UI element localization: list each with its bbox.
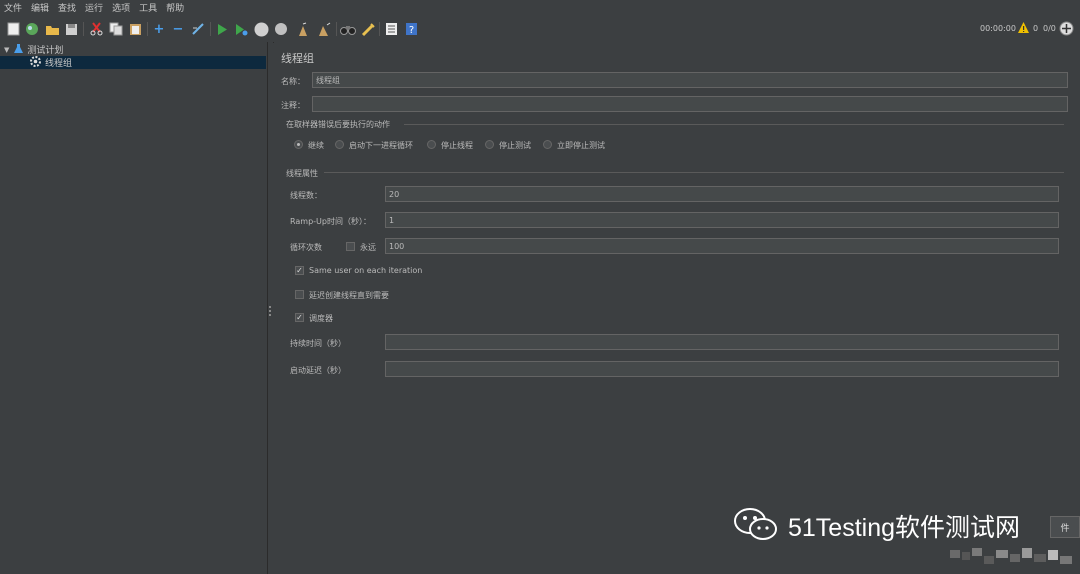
radio-stop-thread-label: 停止线程 — [441, 141, 473, 150]
loop-count-label: 循环次数 — [290, 243, 322, 252]
startup-delay-label: 启动延迟（秒） — [290, 366, 346, 375]
gear-icon — [30, 55, 41, 70]
clear-icon[interactable] — [295, 21, 311, 37]
toolbar: + − ? 00:00:00 0 0/0 — [0, 16, 1080, 43]
same-user-label: Same user on each iteration — [309, 266, 423, 275]
radio-stop-test[interactable] — [485, 140, 494, 149]
chevron-down-icon[interactable]: ▼ — [4, 46, 9, 54]
open-folder-icon[interactable] — [44, 21, 60, 37]
radio-stop-test-now[interactable] — [543, 140, 552, 149]
menu-run[interactable]: 运行 — [81, 1, 108, 14]
same-user-checkbox[interactable]: ✓ — [295, 266, 304, 275]
warning-count: 0 — [1033, 24, 1039, 33]
radio-stop-test-now-label: 立即停止测试 — [557, 141, 605, 150]
threads-field[interactable]: 20 — [385, 186, 1059, 202]
copy-icon[interactable] — [108, 21, 124, 37]
name-field[interactable]: 线程组 — [312, 72, 1068, 88]
comment-label: 注释： — [281, 101, 305, 110]
start-no-pause-icon[interactable] — [233, 21, 249, 37]
panel-title: 线程组 — [281, 52, 314, 65]
radio-stop-test-label: 停止测试 — [499, 141, 531, 150]
menu-search[interactable]: 查找 — [54, 1, 81, 14]
wechat-logo-icon — [732, 504, 780, 547]
rampup-label: Ramp-Up时间（秒）： — [290, 217, 371, 226]
scheduler-checkbox[interactable]: ✓ — [295, 313, 304, 322]
paste-icon[interactable] — [127, 21, 143, 37]
tree-node-test-plan-label: 测试计划 — [27, 46, 64, 56]
warning-icon[interactable] — [1017, 21, 1030, 37]
forever-checkbox[interactable] — [346, 242, 355, 251]
shutdown-icon[interactable] — [273, 21, 289, 37]
delay-create-checkbox[interactable] — [295, 290, 304, 299]
flask-icon — [14, 43, 24, 57]
thread-group-panel: 线程组 名称： 线程组 注释： 在取样器错误后要执行的动作 继续 启动下一进程循… — [274, 42, 1080, 574]
stop-icon[interactable] — [253, 21, 269, 37]
binoculars-icon[interactable] — [340, 21, 356, 37]
comment-field[interactable] — [312, 96, 1068, 112]
menu-file[interactable]: 文件 — [0, 1, 27, 14]
clear-all-icon[interactable] — [316, 21, 332, 37]
reset-search-icon[interactable] — [360, 21, 376, 37]
thread-count: 0/0 — [1043, 24, 1056, 33]
scheduler-label: 调度器 — [309, 314, 333, 323]
duration-field[interactable] — [385, 334, 1059, 350]
rampup-field[interactable]: 1 — [385, 212, 1059, 228]
name-label: 名称： — [281, 77, 305, 86]
radio-start-next-loop-label: 启动下一进程循环 — [349, 141, 413, 150]
threads-label: 线程数： — [290, 191, 322, 200]
save-icon[interactable] — [63, 21, 79, 37]
menu-bar: 文件 编辑 查找 运行 选项 工具 帮助 — [0, 0, 1080, 15]
menu-tools[interactable]: 工具 — [135, 1, 162, 14]
function-helper-icon[interactable] — [383, 21, 399, 37]
watermark-text: 51Testing软件测试网 — [788, 514, 1021, 542]
toggle-icon[interactable] — [190, 21, 206, 37]
tree-node-thread-group[interactable]: 线程组 — [0, 55, 266, 70]
test-plan-tree: ▼ 测试计划 线程组 — [0, 42, 268, 574]
thread-props-section-title: 线程属性 — [286, 169, 318, 178]
help-icon[interactable]: ? — [403, 21, 419, 37]
forever-label: 永远 — [360, 243, 376, 252]
pixelated-overlay — [950, 546, 1075, 568]
svg-text:?: ? — [408, 25, 413, 36]
cut-icon[interactable] — [88, 21, 104, 37]
tree-node-test-plan[interactable]: ▼ 测试计划 — [0, 43, 266, 56]
radio-continue[interactable] — [294, 140, 303, 149]
delay-create-label: 延迟创建线程直到需要 — [309, 291, 389, 300]
menu-edit[interactable]: 编辑 — [27, 1, 54, 14]
remote-start-icon[interactable] — [1059, 21, 1074, 39]
elapsed-timer: 00:00:00 — [980, 24, 1016, 33]
menu-options[interactable]: 选项 — [108, 1, 135, 14]
collapse-all-icon[interactable]: − — [170, 21, 186, 37]
menu-help[interactable]: 帮助 — [162, 1, 189, 14]
startup-delay-field[interactable] — [385, 361, 1059, 377]
templates-icon[interactable] — [24, 21, 40, 37]
loop-count-field[interactable]: 100 — [385, 238, 1059, 254]
splitter-grip-icon[interactable] — [269, 306, 272, 316]
error-action-section-title: 在取样器错误后要执行的动作 — [286, 120, 390, 129]
new-file-icon[interactable] — [5, 21, 21, 37]
duration-label: 持续时间（秒） — [290, 339, 346, 348]
start-icon[interactable] — [214, 21, 230, 37]
radio-continue-label: 继续 — [308, 141, 324, 150]
tree-node-thread-group-label: 线程组 — [45, 59, 73, 69]
radio-start-next-loop[interactable] — [335, 140, 344, 149]
expand-all-icon[interactable]: + — [151, 21, 167, 37]
corner-tab[interactable]: 件 — [1050, 516, 1080, 538]
radio-stop-thread[interactable] — [427, 140, 436, 149]
